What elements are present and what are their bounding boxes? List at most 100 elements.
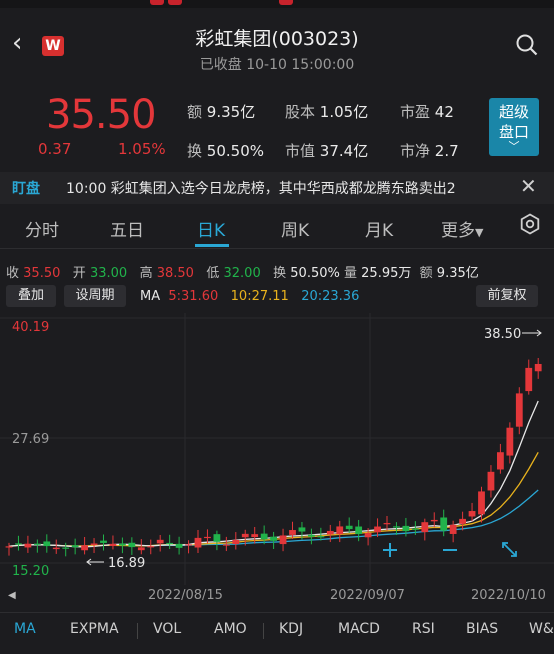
candle-body — [270, 536, 277, 541]
indicator-wr[interactable]: W&R — [529, 621, 554, 637]
candle-body — [90, 543, 98, 546]
candle-body — [430, 519, 438, 522]
scroll-left-icon[interactable]: ◀ — [8, 590, 16, 601]
candle-body — [421, 522, 429, 533]
x-tick-label: 2022/10/10 — [471, 588, 546, 603]
candle-body — [487, 471, 495, 491]
candle-body — [326, 530, 334, 535]
candle-body — [393, 526, 400, 528]
status-nub — [150, 0, 164, 5]
candle-body — [128, 542, 136, 548]
indicator-macd[interactable]: MACD — [338, 621, 380, 637]
candle-body — [298, 527, 306, 532]
caret-down-icon: ▼ — [475, 226, 484, 239]
super-button-line2: 盘口 — [498, 123, 529, 141]
candle-body — [109, 543, 117, 546]
x-tick-label: 2022/08/15 — [148, 588, 223, 603]
indicator-expma[interactable]: EXPMA — [70, 621, 119, 637]
zoom-in-icon[interactable] — [383, 543, 397, 557]
candle-body — [147, 546, 155, 548]
status-strip — [0, 0, 554, 8]
indicator-kdj[interactable]: KDJ — [279, 621, 303, 637]
ma-line — [8, 400, 539, 548]
candle-body — [374, 526, 381, 533]
indicator-amo[interactable]: AMO — [214, 621, 247, 637]
candle-body — [308, 534, 315, 537]
news-tag: 盯盘 — [12, 181, 40, 197]
tab-weekly-k[interactable]: 周K — [281, 216, 309, 241]
candle-body — [52, 547, 60, 550]
super-orderbook-button[interactable]: 超级 盘口 ﹀ — [489, 98, 539, 156]
x-axis: ◀ 2022/08/15 2022/09/07 2022/10/10 — [0, 586, 554, 606]
market-status: 已收盘 10-10 15:00:00 — [199, 57, 355, 73]
active-tab-indicator — [195, 244, 229, 247]
ohlc-info-row: 收 35.50 开 33.00 高 38.50 低 32.00 换 50.50%… — [6, 266, 479, 281]
set-period-button[interactable]: 设周期 — [64, 285, 126, 307]
y-tick-max: 40.19 — [12, 320, 49, 335]
indicator-rsi[interactable]: RSI — [412, 621, 435, 637]
ma-lines — [8, 400, 539, 548]
indicator-vol[interactable]: VOL — [153, 621, 181, 637]
candle-body — [194, 537, 202, 548]
page-title: 彩虹集团(003023) — [195, 28, 359, 50]
fullscreen-icon[interactable] — [502, 542, 517, 557]
stat-pe: 市盈 42 — [400, 103, 454, 121]
candle-body — [364, 533, 372, 538]
status-nub — [168, 0, 182, 5]
candle-body — [232, 539, 240, 545]
tab-intraday[interactable]: 分时 — [25, 216, 59, 241]
candle-body — [156, 539, 164, 544]
tab-monthly-k[interactable]: 月K — [365, 216, 393, 241]
candle-body — [336, 526, 344, 535]
candle-body — [62, 547, 70, 549]
candle-body — [440, 517, 448, 531]
close-icon[interactable]: ✕ — [520, 174, 537, 198]
candle-body — [15, 543, 22, 545]
kline-chart[interactable]: 40.19 27.69 15.20 38.50 16.89 — [0, 313, 554, 585]
adjust-button[interactable]: 前复权 — [476, 285, 538, 307]
indicator-bias[interactable]: BIAS — [466, 621, 498, 637]
candles — [5, 357, 542, 557]
tab-more[interactable]: 更多▼ — [441, 216, 483, 241]
candle-body — [515, 393, 523, 427]
candle-body — [468, 511, 476, 517]
candle-body — [43, 541, 51, 547]
candle-body — [260, 533, 268, 540]
overlay-button[interactable]: 叠加 — [6, 285, 56, 307]
svg-text:38.50: 38.50 — [484, 327, 521, 342]
stat-market-cap: 市值 37.4亿 — [285, 142, 369, 160]
tab-five-day[interactable]: 五日 — [110, 216, 144, 241]
candle-body — [355, 526, 363, 535]
tab-daily-k[interactable]: 日K — [197, 216, 225, 241]
candle-body — [71, 545, 79, 548]
candle-body — [383, 523, 391, 525]
high-marker: 38.50 — [484, 327, 542, 342]
candle-body — [506, 427, 514, 456]
candle-body — [289, 530, 296, 535]
candle-body — [497, 452, 504, 470]
price-change-percent: 1.05% — [118, 140, 166, 158]
search-icon[interactable] — [516, 34, 538, 56]
candle-body — [185, 544, 192, 546]
settings-icon[interactable] — [519, 213, 541, 235]
candle-body — [402, 525, 410, 532]
ma-legend: MA 5:31.60 10:27.11 20:23.36 — [140, 289, 360, 304]
stat-turnover: 换 50.50% — [187, 142, 264, 160]
candle-body — [525, 367, 533, 392]
candle-body — [459, 518, 466, 524]
candle-body — [251, 534, 259, 538]
svg-text:16.89: 16.89 — [108, 556, 145, 571]
candle-body — [175, 543, 183, 548]
super-button-line1: 超级 — [498, 103, 529, 121]
chart-grid — [0, 313, 554, 585]
candle-body — [241, 533, 249, 538]
stat-amount: 额 9.35亿 — [187, 103, 256, 121]
indicator-ma[interactable]: MA — [14, 621, 36, 637]
stat-share-capital: 股本 1.05亿 — [285, 103, 369, 121]
x-tick-label: 2022/09/07 — [330, 588, 405, 603]
y-tick-min: 15.20 — [12, 564, 49, 579]
candle-body — [222, 544, 230, 546]
candle-body — [449, 524, 457, 534]
candle-body — [5, 546, 13, 548]
news-text[interactable]: 10:00 彩虹集团入选今日龙虎榜，其中华西成都龙腾东路卖出2 — [66, 178, 506, 198]
